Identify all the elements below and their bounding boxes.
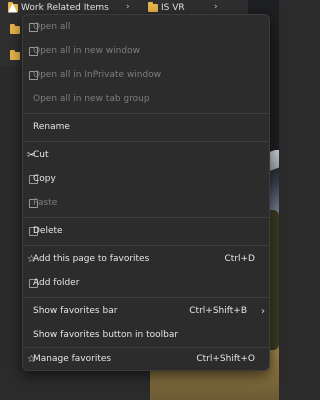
context-menu: Open all Open all in new window Open all… [22,14,270,371]
menu-item-manage-favorites[interactable]: ☆ Manage favorites Ctrl+Shift+O [23,349,269,369]
menu-item-shortcut: Ctrl+Shift+B [189,306,247,316]
folder-icon [10,24,20,34]
chevron-right-icon: › [261,305,265,317]
menu-separator [23,297,269,298]
menu-item-open-all[interactable]: Open all [23,17,269,37]
menu-item-label: Paste [33,198,58,208]
menu-item-label: Add folder [33,278,80,288]
menu-item-copy[interactable]: Copy [23,169,269,189]
mouse-cursor-icon: ▲ [8,0,18,14]
menu-item-show-favorites-button[interactable]: Show favorites button in toolbar [23,325,269,345]
menu-item-add-folder[interactable]: Add folder [23,273,269,293]
favorites-folder-is-vr[interactable]: IS VR [148,2,185,14]
menu-item-label: Show favorites button in toolbar [33,330,179,340]
menu-item-label: Manage favorites [33,354,112,364]
menu-item-cut[interactable]: ✂ Cut [23,145,269,165]
menu-separator [23,245,269,246]
folder-icon [148,2,158,12]
favorites-folder-work-label: Work Related Items [21,3,109,13]
menu-separator [23,217,269,218]
menu-separator [23,347,269,348]
menu-item-label: Open all in InPrivate window [33,70,162,80]
favorites-folder-is-vr-label: IS VR [161,3,185,13]
menu-item-open-all-tab-group[interactable]: Open all in new tab group [23,89,269,109]
menu-item-paste[interactable]: Paste [23,193,269,213]
menu-separator [23,113,269,114]
menu-item-rename[interactable]: Rename [23,117,269,137]
chevron-right-icon: › [126,2,130,12]
menu-item-open-all-inprivate[interactable]: Open all in InPrivate window [23,65,269,85]
menu-item-show-favorites-bar[interactable]: Show favorites bar Ctrl+Shift+B › [23,301,269,321]
menu-item-label: Add this page to favorites [33,254,150,264]
menu-item-delete[interactable]: Delete [23,221,269,241]
menu-item-label: Delete [33,226,63,236]
menu-item-label: Cut [33,150,49,160]
folder-icon [10,50,20,60]
menu-item-label: Show favorites bar [33,306,118,316]
menu-separator [23,141,269,142]
menu-item-shortcut: Ctrl+D [224,254,256,264]
menu-item-shortcut: Ctrl+Shift+O [196,354,255,364]
menu-item-label: Copy [33,174,56,184]
menu-item-open-all-new-window[interactable]: Open all in new window [23,41,269,61]
menu-item-label: Open all in new window [33,46,140,56]
menu-item-label: Open all [33,22,71,32]
favorites-folder-work[interactable]: Work Related Items [8,2,109,14]
menu-item-label: Open all in new tab group [33,94,150,104]
menu-item-label: Rename [33,122,70,132]
chevron-right-icon: › [214,2,218,12]
menu-item-add-to-favorites[interactable]: ☆ Add this page to favorites Ctrl+D [23,249,269,269]
